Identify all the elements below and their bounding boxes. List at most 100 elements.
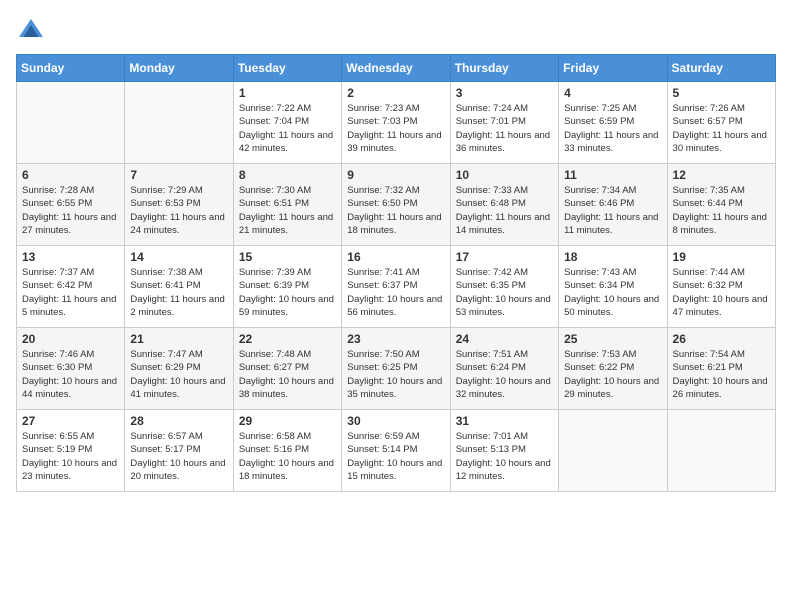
day-info: Sunrise: 7:44 AM Sunset: 6:32 PM Dayligh… <box>673 266 770 319</box>
day-number: 7 <box>130 168 227 182</box>
day-number: 3 <box>456 86 553 100</box>
day-number: 21 <box>130 332 227 346</box>
day-info: Sunrise: 7:24 AM Sunset: 7:01 PM Dayligh… <box>456 102 553 155</box>
calendar-cell <box>667 410 775 492</box>
logo <box>16 16 50 46</box>
calendar-table: SundayMondayTuesdayWednesdayThursdayFrid… <box>16 54 776 492</box>
day-info: Sunrise: 7:34 AM Sunset: 6:46 PM Dayligh… <box>564 184 661 237</box>
day-info: Sunrise: 7:47 AM Sunset: 6:29 PM Dayligh… <box>130 348 227 401</box>
calendar-cell <box>559 410 667 492</box>
day-number: 11 <box>564 168 661 182</box>
day-info: Sunrise: 6:55 AM Sunset: 5:19 PM Dayligh… <box>22 430 119 483</box>
day-info: Sunrise: 7:01 AM Sunset: 5:13 PM Dayligh… <box>456 430 553 483</box>
day-info: Sunrise: 7:38 AM Sunset: 6:41 PM Dayligh… <box>130 266 227 319</box>
day-info: Sunrise: 7:33 AM Sunset: 6:48 PM Dayligh… <box>456 184 553 237</box>
day-number: 17 <box>456 250 553 264</box>
day-info: Sunrise: 7:54 AM Sunset: 6:21 PM Dayligh… <box>673 348 770 401</box>
day-info: Sunrise: 7:26 AM Sunset: 6:57 PM Dayligh… <box>673 102 770 155</box>
day-info: Sunrise: 7:25 AM Sunset: 6:59 PM Dayligh… <box>564 102 661 155</box>
day-number: 29 <box>239 414 336 428</box>
calendar-cell: 16Sunrise: 7:41 AM Sunset: 6:37 PM Dayli… <box>342 246 450 328</box>
day-info: Sunrise: 7:35 AM Sunset: 6:44 PM Dayligh… <box>673 184 770 237</box>
weekday-header-saturday: Saturday <box>667 55 775 82</box>
day-number: 22 <box>239 332 336 346</box>
day-info: Sunrise: 7:22 AM Sunset: 7:04 PM Dayligh… <box>239 102 336 155</box>
day-number: 12 <box>673 168 770 182</box>
page-header <box>16 16 776 46</box>
day-info: Sunrise: 6:57 AM Sunset: 5:17 PM Dayligh… <box>130 430 227 483</box>
day-number: 10 <box>456 168 553 182</box>
day-number: 23 <box>347 332 444 346</box>
calendar-cell: 5 Sunrise: 7:26 AM Sunset: 6:57 PM Daylig… <box>667 82 775 164</box>
day-number: 13 <box>22 250 119 264</box>
day-info: Sunrise: 7:53 AM Sunset: 6:22 PM Dayligh… <box>564 348 661 401</box>
day-info: Sunrise: 7:43 AM Sunset: 6:34 PM Dayligh… <box>564 266 661 319</box>
day-number: 28 <box>130 414 227 428</box>
day-info: Sunrise: 6:59 AM Sunset: 5:14 PM Dayligh… <box>347 430 444 483</box>
day-number: 30 <box>347 414 444 428</box>
calendar-cell: 31 Sunrise: 7:01 AM Sunset: 5:13 PM Dayli… <box>450 410 558 492</box>
day-info: Sunrise: 7:48 AM Sunset: 6:27 PM Dayligh… <box>239 348 336 401</box>
day-info: Sunrise: 7:28 AM Sunset: 6:55 PM Dayligh… <box>22 184 119 237</box>
day-number: 9 <box>347 168 444 182</box>
calendar-cell: 28 Sunrise: 6:57 AM Sunset: 5:17 PM Dayli… <box>125 410 233 492</box>
weekday-header-tuesday: Tuesday <box>233 55 341 82</box>
calendar-cell: 29 Sunrise: 6:58 AM Sunset: 5:16 PM Dayli… <box>233 410 341 492</box>
calendar-cell: 14 Sunrise: 7:38 AM Sunset: 6:41 PM Dayli… <box>125 246 233 328</box>
day-number: 1 <box>239 86 336 100</box>
calendar-cell: 27 Sunrise: 6:55 AM Sunset: 5:19 PM Dayli… <box>17 410 125 492</box>
day-number: 25 <box>564 332 661 346</box>
day-info: Sunrise: 6:58 AM Sunset: 5:16 PM Dayligh… <box>239 430 336 483</box>
day-number: 18 <box>564 250 661 264</box>
calendar-cell: 7Sunrise: 7:29 AM Sunset: 6:53 PM Daylig… <box>125 164 233 246</box>
day-number: 24 <box>456 332 553 346</box>
day-info: Sunrise: 7:42 AM Sunset: 6:35 PM Dayligh… <box>456 266 553 319</box>
calendar-cell: 19 Sunrise: 7:44 AM Sunset: 6:32 PM Dayli… <box>667 246 775 328</box>
day-number: 8 <box>239 168 336 182</box>
calendar-cell: 10 Sunrise: 7:33 AM Sunset: 6:48 PM Dayli… <box>450 164 558 246</box>
day-info: Sunrise: 7:51 AM Sunset: 6:24 PM Dayligh… <box>456 348 553 401</box>
calendar-cell: 23 Sunrise: 7:50 AM Sunset: 6:25 PM Dayli… <box>342 328 450 410</box>
calendar-cell <box>125 82 233 164</box>
calendar-cell: 8 Sunrise: 7:30 AM Sunset: 6:51 PM Daylig… <box>233 164 341 246</box>
day-info: Sunrise: 7:39 AM Sunset: 6:39 PM Dayligh… <box>239 266 336 319</box>
day-number: 31 <box>456 414 553 428</box>
calendar-cell: 21 Sunrise: 7:47 AM Sunset: 6:29 PM Dayli… <box>125 328 233 410</box>
logo-icon <box>16 16 46 46</box>
calendar-cell: 26 Sunrise: 7:54 AM Sunset: 6:21 PM Dayli… <box>667 328 775 410</box>
day-number: 15 <box>239 250 336 264</box>
day-number: 4 <box>564 86 661 100</box>
day-number: 14 <box>130 250 227 264</box>
day-number: 2 <box>347 86 444 100</box>
day-info: Sunrise: 7:37 AM Sunset: 6:42 PM Dayligh… <box>22 266 119 319</box>
day-info: Sunrise: 7:46 AM Sunset: 6:30 PM Dayligh… <box>22 348 119 401</box>
calendar-cell: 3 Sunrise: 7:24 AM Sunset: 7:01 PM Daylig… <box>450 82 558 164</box>
day-info: Sunrise: 7:32 AM Sunset: 6:50 PM Dayligh… <box>347 184 444 237</box>
calendar-cell <box>17 82 125 164</box>
day-number: 20 <box>22 332 119 346</box>
weekday-header-friday: Friday <box>559 55 667 82</box>
day-number: 27 <box>22 414 119 428</box>
day-number: 6 <box>22 168 119 182</box>
weekday-header-monday: Monday <box>125 55 233 82</box>
day-number: 19 <box>673 250 770 264</box>
calendar-cell: 1 Sunrise: 7:22 AM Sunset: 7:04 PM Daylig… <box>233 82 341 164</box>
calendar-cell: 12 Sunrise: 7:35 AM Sunset: 6:44 PM Dayli… <box>667 164 775 246</box>
calendar-cell: 24 Sunrise: 7:51 AM Sunset: 6:24 PM Dayli… <box>450 328 558 410</box>
weekday-header-sunday: Sunday <box>17 55 125 82</box>
calendar-cell: 4 Sunrise: 7:25 AM Sunset: 6:59 PM Daylig… <box>559 82 667 164</box>
day-info: Sunrise: 7:30 AM Sunset: 6:51 PM Dayligh… <box>239 184 336 237</box>
calendar-cell: 22 Sunrise: 7:48 AM Sunset: 6:27 PM Dayli… <box>233 328 341 410</box>
day-info: Sunrise: 7:50 AM Sunset: 6:25 PM Dayligh… <box>347 348 444 401</box>
calendar-cell: 15 Sunrise: 7:39 AM Sunset: 6:39 PM Dayli… <box>233 246 341 328</box>
calendar-cell: 6 Sunrise: 7:28 AM Sunset: 6:55 PM Daylig… <box>17 164 125 246</box>
calendar-cell: 17 Sunrise: 7:42 AM Sunset: 6:35 PM Dayli… <box>450 246 558 328</box>
calendar-cell: 18 Sunrise: 7:43 AM Sunset: 6:34 PM Dayli… <box>559 246 667 328</box>
calendar-cell: 30 Sunrise: 6:59 AM Sunset: 5:14 PM Dayli… <box>342 410 450 492</box>
day-info: Sunrise: 7:41 AM Sunset: 6:37 PM Dayligh… <box>347 266 444 319</box>
calendar-cell: 9 Sunrise: 7:32 AM Sunset: 6:50 PM Daylig… <box>342 164 450 246</box>
day-number: 5 <box>673 86 770 100</box>
calendar-cell: 20 Sunrise: 7:46 AM Sunset: 6:30 PM Dayli… <box>17 328 125 410</box>
day-number: 26 <box>673 332 770 346</box>
weekday-header-wednesday: Wednesday <box>342 55 450 82</box>
